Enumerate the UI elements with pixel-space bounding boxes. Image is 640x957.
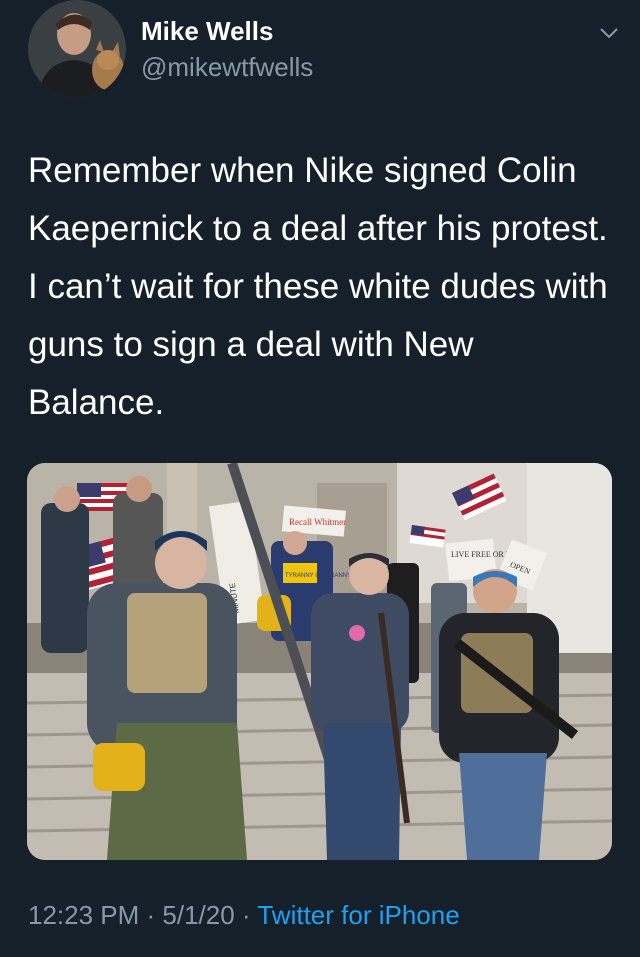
chevron-down-icon[interactable] — [598, 22, 620, 44]
tweet-date[interactable]: 5/1/20 — [162, 900, 234, 930]
meta-separator: · — [234, 900, 258, 930]
tweet-photo[interactable]: Recall Whitmer LIVE FREE OR DIE OPEN MIN… — [27, 463, 612, 860]
protest-photo-image: Recall Whitmer LIVE FREE OR DIE OPEN MIN… — [27, 463, 612, 860]
author-handle[interactable]: @mikewtfwells — [141, 52, 313, 83]
tweet-text: Remember when Nike signed Colin Kaeperni… — [28, 151, 608, 422]
tweet-header: Mike Wells @mikewtfwells — [28, 0, 628, 100]
tweet-time[interactable]: 12:23 PM — [28, 900, 139, 930]
tweet-source-link[interactable]: Twitter for iPhone — [257, 900, 459, 930]
sign-recall: Recall Whitmer — [289, 517, 346, 527]
tweet-meta: 12:23 PM · 5/1/20 · Twitter for iPhone — [28, 900, 460, 931]
meta-separator: · — [139, 900, 163, 930]
protester-middle — [311, 553, 410, 860]
shirt-text: TYRANNY IS TYRANNY — [285, 573, 351, 579]
avatar[interactable] — [28, 0, 126, 98]
author-name[interactable]: Mike Wells — [141, 16, 273, 47]
user-with-cat-avatar-icon — [28, 0, 126, 98]
